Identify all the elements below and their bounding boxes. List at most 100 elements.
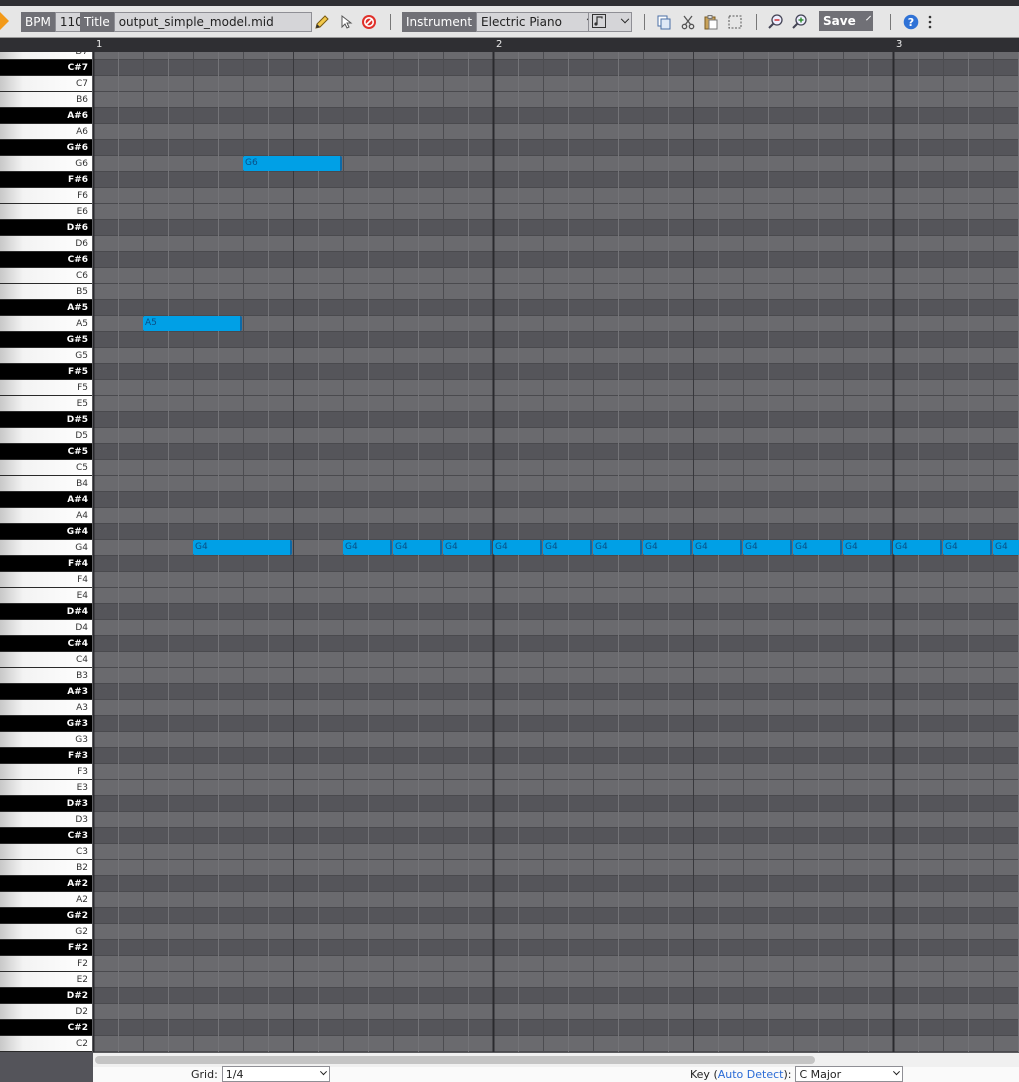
piano-key[interactable]: A#6 <box>0 108 92 124</box>
midi-note[interactable]: G4 <box>993 540 1019 555</box>
piano-key[interactable]: D7 <box>0 52 92 60</box>
midi-note[interactable]: G4 <box>843 540 892 555</box>
midi-note[interactable]: G4 <box>793 540 842 555</box>
piano-key[interactable]: E3 <box>0 780 92 796</box>
piano-key[interactable]: D#6 <box>0 220 92 236</box>
midi-note[interactable]: G4 <box>593 540 642 555</box>
midi-note[interactable]: G4 <box>393 540 442 555</box>
midi-note[interactable]: G4 <box>943 540 992 555</box>
piano-key[interactable]: A#5 <box>0 300 92 316</box>
piano-key[interactable]: F#6 <box>0 172 92 188</box>
more-icon[interactable] <box>924 12 936 32</box>
scrollbar-thumb[interactable] <box>95 1056 815 1064</box>
piano-key[interactable]: G#6 <box>0 140 92 156</box>
bpm-input[interactable]: 110 <box>54 12 81 32</box>
piano-key[interactable]: B2 <box>0 860 92 876</box>
piano-key[interactable]: C6 <box>0 268 92 284</box>
piano-key[interactable]: F#5 <box>0 364 92 380</box>
piano-key[interactable]: F5 <box>0 380 92 396</box>
piano-key[interactable]: A4 <box>0 508 92 524</box>
horizontal-scrollbar[interactable] <box>93 1053 1019 1067</box>
piano-key[interactable]: F#3 <box>0 748 92 764</box>
piano-key[interactable]: A5 <box>0 316 92 332</box>
piano-key[interactable]: G#4 <box>0 524 92 540</box>
piano-key[interactable]: A3 <box>0 700 92 716</box>
piano-key[interactable]: F2 <box>0 956 92 972</box>
piano-keyboard[interactable]: D7 C#7 C7 B6 A#6 A6 G#6 G6 F#6 F6 E6 D#6 D6 C#6 C6 B5 A#… <box>0 52 92 1052</box>
piano-key[interactable]: D#3 <box>0 796 92 812</box>
piano-key[interactable]: B6 <box>0 92 92 108</box>
piano-key[interactable]: B5 <box>0 284 92 300</box>
midi-note[interactable]: G4 <box>493 540 542 555</box>
midi-note[interactable]: G4 <box>643 540 692 555</box>
piano-key[interactable]: C#6 <box>0 252 92 268</box>
piano-key[interactable]: G#2 <box>0 908 92 924</box>
piano-key[interactable]: C#2 <box>0 1020 92 1036</box>
piano-key[interactable]: E2 <box>0 972 92 988</box>
midi-note[interactable]: G4 <box>543 540 592 555</box>
piano-key[interactable]: G2 <box>0 924 92 940</box>
piano-key[interactable]: C#7 <box>0 60 92 76</box>
midi-note[interactable]: G4 <box>443 540 492 555</box>
pointer-icon[interactable] <box>336 12 356 32</box>
piano-key[interactable]: D#2 <box>0 988 92 1004</box>
select-icon[interactable] <box>725 12 745 32</box>
piano-key[interactable]: B4 <box>0 476 92 492</box>
midi-note[interactable]: G4 <box>343 540 392 555</box>
note-type-select[interactable] <box>588 12 632 32</box>
piano-key[interactable]: A6 <box>0 124 92 140</box>
piano-key[interactable]: D2 <box>0 1004 92 1020</box>
piano-key[interactable]: C#4 <box>0 636 92 652</box>
piano-key[interactable]: G4 <box>0 540 92 556</box>
paste-icon[interactable] <box>701 12 721 32</box>
grid-select[interactable]: 1/4 <box>221 1066 330 1082</box>
instrument-select[interactable]: Electric Piano <box>476 12 599 32</box>
piano-key[interactable]: C3 <box>0 844 92 860</box>
piano-key[interactable]: A#2 <box>0 876 92 892</box>
title-input[interactable]: output_simple_model.mid <box>113 12 312 32</box>
piano-key[interactable]: D3 <box>0 812 92 828</box>
midi-note[interactable]: G4 <box>893 540 942 555</box>
piano-key[interactable]: G#3 <box>0 716 92 732</box>
piano-key[interactable]: B3 <box>0 668 92 684</box>
piano-key[interactable]: D6 <box>0 236 92 252</box>
piano-key[interactable]: F3 <box>0 764 92 780</box>
midi-note[interactable]: G4 <box>193 540 292 555</box>
play-icon[interactable] <box>0 11 12 31</box>
zoom-in-icon[interactable] <box>790 12 810 32</box>
piano-key[interactable]: A#4 <box>0 492 92 508</box>
bar-ruler[interactable]: 1 2 3 <box>0 38 1019 52</box>
no-entry-icon[interactable] <box>359 12 379 32</box>
midi-note[interactable]: G4 <box>693 540 742 555</box>
piano-key[interactable]: C#3 <box>0 828 92 844</box>
midi-note[interactable]: G4 <box>743 540 792 555</box>
pencil-icon[interactable] <box>312 12 332 32</box>
piano-key[interactable]: G6 <box>0 156 92 172</box>
piano-key[interactable]: F#2 <box>0 940 92 956</box>
piano-key[interactable]: D#4 <box>0 604 92 620</box>
piano-key[interactable]: G#5 <box>0 332 92 348</box>
piano-key[interactable]: C#5 <box>0 444 92 460</box>
piano-key[interactable]: C2 <box>0 1036 92 1052</box>
piano-key[interactable]: E6 <box>0 204 92 220</box>
piano-key[interactable]: E5 <box>0 396 92 412</box>
piano-key[interactable]: F4 <box>0 572 92 588</box>
copy-icon[interactable] <box>654 12 674 32</box>
midi-note[interactable]: A5 <box>143 316 242 331</box>
piano-key[interactable]: D#5 <box>0 412 92 428</box>
save-button[interactable]: Save <box>819 11 873 31</box>
piano-key[interactable]: A#3 <box>0 684 92 700</box>
piano-key[interactable]: C4 <box>0 652 92 668</box>
piano-key[interactable]: E4 <box>0 588 92 604</box>
piano-key[interactable]: G5 <box>0 348 92 364</box>
piano-key[interactable]: D5 <box>0 428 92 444</box>
midi-note[interactable]: G6 <box>243 156 342 171</box>
help-icon[interactable]: ? <box>901 12 921 32</box>
piano-key[interactable]: F#4 <box>0 556 92 572</box>
piano-key[interactable]: C7 <box>0 76 92 92</box>
key-select[interactable]: C Major <box>795 1066 904 1082</box>
piano-key[interactable]: A2 <box>0 892 92 908</box>
piano-key[interactable]: F6 <box>0 188 92 204</box>
piano-key[interactable]: C5 <box>0 460 92 476</box>
note-grid[interactable]: A5 G6 G4 G4 G4 G4 G4 G4 G4 G4 G4 G4 G4 G4 G4 G4 G4 <box>93 52 1019 1052</box>
